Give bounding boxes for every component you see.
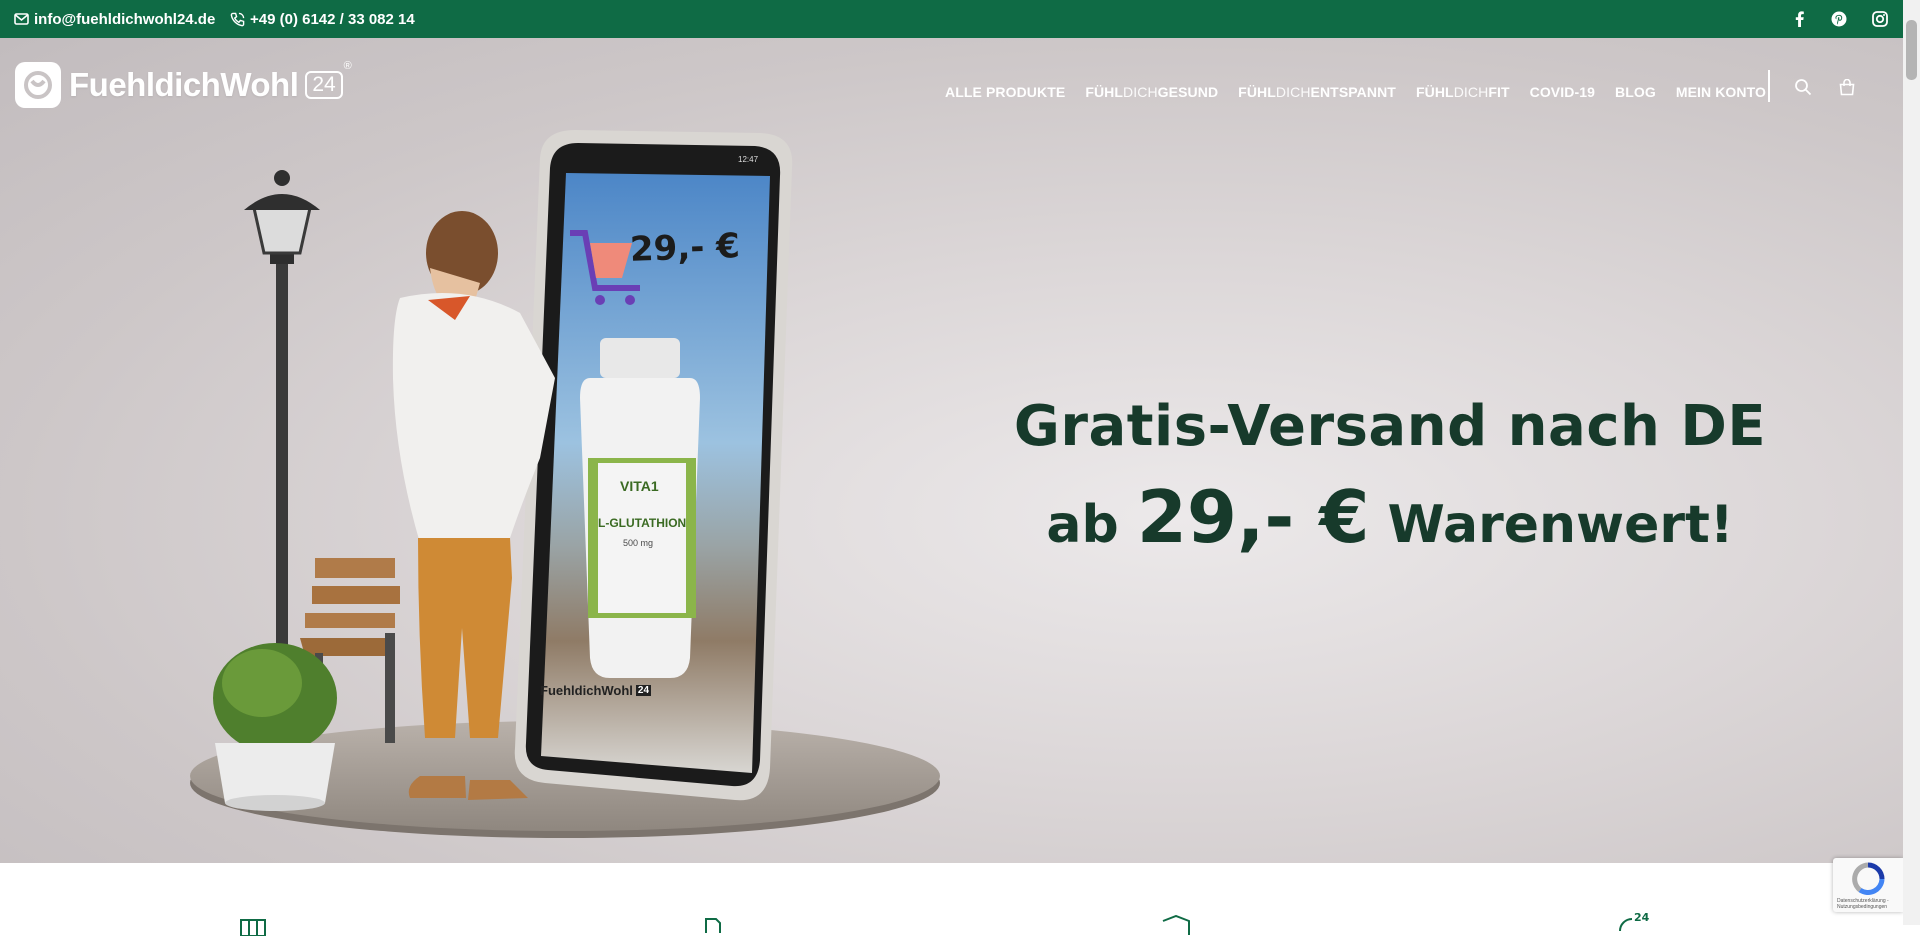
recaptcha-icon [1852, 862, 1885, 896]
scrollbar-thumb[interactable] [1906, 20, 1917, 80]
nav-divider [1768, 70, 1770, 102]
instagram-icon[interactable] [1869, 0, 1891, 38]
logo-mark-icon [15, 62, 61, 108]
headline-line-2: ab 29,- € Warenwert! [1046, 475, 1734, 559]
phone-icon [230, 12, 245, 26]
email-text[interactable]: info@fuehldichwohl24.de [34, 11, 215, 28]
search-icon[interactable] [1790, 74, 1816, 100]
headline-line-1: Gratis-Versand nach DE [1013, 394, 1767, 459]
feature-strip: 24 [0, 863, 1903, 936]
nav-fuehldichentspannt[interactable]: FÜHLDICHENTSPANNT [1238, 84, 1396, 100]
recaptcha-badge[interactable]: Datenschutzerklärung - Nutzungsbedingung… [1833, 858, 1903, 912]
logo-registered: ® [343, 60, 352, 72]
phone-text[interactable]: +49 (0) 6142 / 33 082 14 [250, 11, 415, 28]
product-brand: VITA1 [620, 478, 659, 494]
facebook-icon[interactable] [1788, 0, 1810, 38]
scrollbar[interactable] [1903, 0, 1920, 925]
24h-icon: 24 [1619, 911, 1650, 931]
hero-headline: Gratis-Versand nach DE ab 29,- € Warenwe… [960, 383, 1820, 571]
logo-text: FuehldichWohl [69, 66, 299, 103]
email-contact[interactable]: info@fuehldichwohl24.de [14, 0, 215, 38]
nav-fuehldichgesund[interactable]: FÜHLDICHGESUND [1085, 84, 1218, 100]
phone-price: 29,- € [629, 226, 741, 270]
nav-mein-konto[interactable]: MEIN KONTO [1676, 84, 1766, 100]
site-logo[interactable]: FuehldichWohl 24 ® [15, 60, 352, 108]
svg-text:24: 24 [1634, 911, 1650, 924]
pinterest-icon[interactable] [1828, 0, 1850, 38]
nav-blog[interactable]: BLOG [1615, 84, 1656, 100]
recaptcha-text[interactable]: Datenschutzerklärung - Nutzungsbedingung… [1837, 898, 1903, 910]
nav-fuehldichfit[interactable]: FÜHLDICHFIT [1416, 84, 1510, 100]
phone-contact[interactable]: +49 (0) 6142 / 33 082 14 [230, 0, 415, 38]
phone-brand-logo: FuehldichWohl 24 [540, 683, 652, 698]
shield-icon [1162, 915, 1190, 935]
product-dose: 500 mg [623, 538, 654, 548]
main-nav: ALLE PRODUKTE FÜHLDICHGESUND FÜHLDICHENT… [945, 77, 1786, 107]
logo-badge: 24 [305, 71, 343, 99]
delivery-icon [705, 918, 721, 933]
hero-banner[interactable]: 29,- € 12:47 VITA1 L-GLUTATHION 500 mg F… [0, 38, 1903, 863]
nav-alle-produkte[interactable]: ALLE PRODUKTE [945, 84, 1065, 100]
shop-icon [240, 919, 266, 936]
top-bar: info@fuehldichwohl24.de +49 (0) 6142 / 3… [0, 0, 1903, 38]
cart-icon[interactable] [1834, 74, 1860, 100]
phone-time: 12:47 [738, 155, 759, 164]
mail-icon [14, 13, 29, 25]
nav-covid-19[interactable]: COVID-19 [1530, 84, 1595, 100]
product-name: L-GLUTATHION [598, 516, 687, 530]
